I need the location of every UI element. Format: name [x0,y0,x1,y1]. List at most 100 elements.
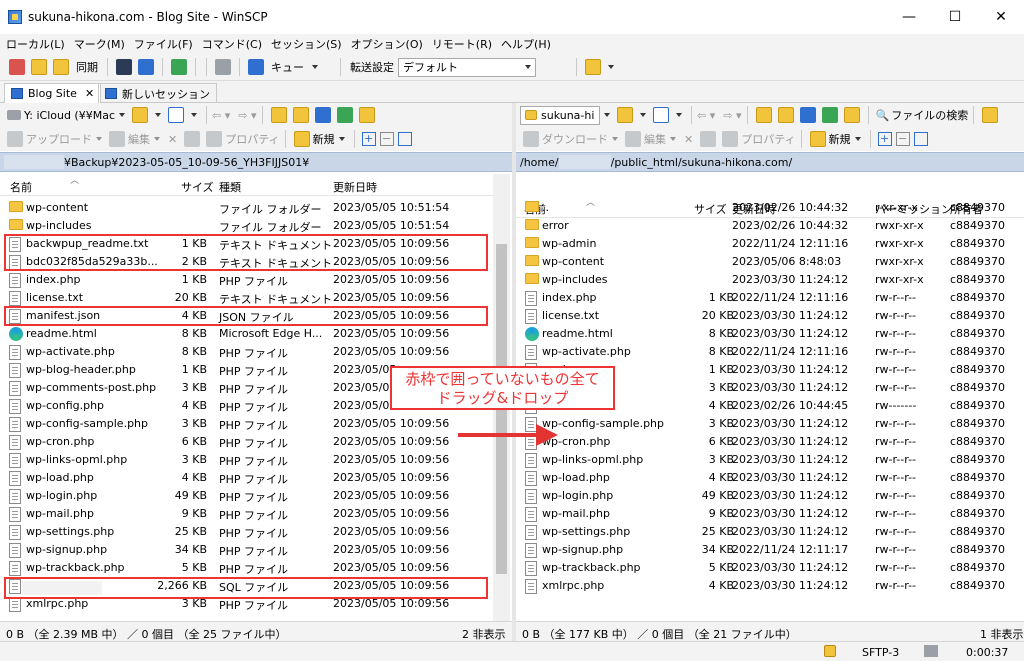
col-modified[interactable]: 更新日時 [333,179,377,195]
file-row[interactable]: wp-login.php 49 KB 2023/03/30 11:24:12 rw-r… [516,486,1024,504]
refresh-icon[interactable] [821,107,838,123]
file-row[interactable]: wp-settings.php 25 KB PHP ファイル 2023/05/05 1… [0,522,493,540]
delete-icon[interactable]: ✕ [168,133,177,146]
file-row[interactable]: wp-activate.php 8 KB PHP ファイル 2023/05/05 10… [0,342,493,360]
file-row[interactable]: wp-includes 2023/03/30 11:24:12 rwxr-xr-x c… [516,270,1024,288]
right-path-bar[interactable]: /home/ /public_html/sukuna-hikona.com/ [516,152,1024,172]
file-row[interactable]: wp-mail.php 9 KB PHP ファイル 2023/05/05 10:09:… [0,504,493,522]
transfer-settings-select[interactable]: デフォルト [398,57,536,77]
queue-icon[interactable] [248,59,264,75]
preferences-gear-icon[interactable] [215,59,231,75]
menu-local[interactable]: ローカル(L) [6,36,65,52]
right-dir-select[interactable]: sukuna-hi [520,105,600,125]
deselect-icon[interactable]: − [379,132,394,146]
find-files-button[interactable]: ファイルの検索 [891,107,968,123]
console-icon[interactable] [116,59,132,75]
menu-remote[interactable]: リモート(R) [432,36,492,52]
menu-help[interactable]: ヘルプ(H) [501,36,551,52]
file-row[interactable]: wp-cron.php 6 KB 2023/03/30 11:24:12 rw-r--… [516,432,1024,450]
tree-icon[interactable] [982,107,999,123]
file-row[interactable]: wp-admin 2022/11/24 12:11:16 rwxr-xr-x c884… [516,234,1024,252]
file-row[interactable]: wp-settings.php 25 KB 2023/03/30 11:24:12 r… [516,522,1024,540]
new-button[interactable]: 新規 [829,131,851,147]
deselect-icon[interactable]: − [895,132,910,146]
rename-icon[interactable] [184,131,201,147]
refresh-icon[interactable] [171,59,187,75]
tab-close-icon[interactable]: ✕ [85,87,94,100]
queue-button[interactable]: キュー [271,59,304,75]
file-row[interactable]: wp-trackback.php 5 KB PHP ファイル 2023/05/05 1… [0,558,493,576]
file-row[interactable]: wp-load.php 4 KB 2023/03/30 11:24:12 rw-r--… [516,468,1024,486]
sync-icon[interactable] [53,59,69,75]
properties-button[interactable]: プロパティ [741,131,795,147]
file-row[interactable]: wp-signup.php 34 KB PHP ファイル 2023/05/05 10:… [0,540,493,558]
refresh-icon[interactable] [336,107,353,123]
menu-command[interactable]: コマンド(C) [202,36,262,52]
back-icon[interactable]: ⇦ ▾ [697,109,715,122]
site-manager-icon[interactable] [585,59,601,75]
file-row[interactable]: wp-load.php 4 KB PHP ファイル 2023/05/05 10:09:… [0,468,493,486]
file-row[interactable]: wp-includes ファイル フォルダー 2023/05/05 10:51:54 [0,216,493,234]
parent-dir-icon[interactable] [270,107,287,123]
properties-button[interactable]: プロパティ [225,131,279,147]
tab-blog-site[interactable]: Blog Site ✕ [4,83,102,103]
col-size[interactable]: サイズ [181,179,214,195]
menu-mark[interactable]: マーク(M) [74,36,125,52]
delete-icon[interactable]: ✕ [684,133,693,146]
root-dir-icon[interactable] [777,107,794,123]
forward-icon[interactable]: ⇨ ▾ [723,109,741,122]
file-row[interactable]: license.txt 20 KB テキスト ドキュメント 2023/05/05 10… [0,288,493,306]
file-row[interactable]: wp-cron.php 6 KB PHP ファイル 2023/05/05 10:09:… [0,432,493,450]
file-row[interactable]: readme.html 8 KB 2023/03/30 11:24:12 rw-r--… [516,324,1024,342]
open-folder-icon[interactable] [132,107,149,123]
compare-dirs-icon[interactable] [9,59,25,75]
edit-button[interactable]: 編集 [644,131,666,147]
download-button[interactable]: ダウンロード [542,131,608,147]
select-all-icon[interactable]: + [877,132,892,146]
file-row[interactable]: wp-mail.php 9 KB 2023/03/30 11:24:12 rw-r--… [516,504,1024,522]
bookmark-icon[interactable] [358,107,375,123]
left-drive-select[interactable]: Y: iCloud (¥¥Mac [24,109,115,122]
select-all-icon[interactable]: + [361,132,376,146]
sync-button[interactable]: 同期 [76,59,98,75]
file-row[interactable]: .. 2023/02/26 10:44:32 r-xr-xr-x c8849370 [516,198,1024,216]
root-dir-icon[interactable] [292,107,309,123]
minimize-button[interactable]: — [886,0,932,34]
tab-new-session[interactable]: 新しいセッション [98,83,217,103]
invert-selection-icon[interactable] [913,132,928,146]
close-button[interactable]: ✕ [978,0,1024,34]
new-button[interactable]: 新規 [313,131,335,147]
sync-browse-icon[interactable] [31,59,47,75]
parent-dir-icon[interactable] [755,107,772,123]
file-row[interactable]: index.php 1 KB PHP ファイル 2023/05/05 10:09:56 [0,270,493,288]
filter-icon[interactable] [653,107,669,123]
file-row[interactable]: wp-trackback.php 5 KB 2023/03/30 11:24:12 r… [516,558,1024,576]
left-path-bar[interactable]: ¥Backup¥2023-05-05_10-09-56_YH3FIJJS01¥ [0,152,512,172]
forward-icon[interactable]: ⇨ ▾ [238,109,256,122]
menu-file[interactable]: ファイル(F) [134,36,193,52]
rename-icon[interactable] [700,131,717,147]
putty-icon[interactable] [138,59,154,75]
file-row[interactable]: wp-login.php 49 KB PHP ファイル 2023/05/05 10:0… [0,486,493,504]
menu-options[interactable]: オプション(O) [351,36,423,52]
col-name[interactable]: 名前 [10,179,32,195]
col-type[interactable]: 種類 [219,179,241,195]
queue-dropdown-icon[interactable] [312,65,318,69]
file-row[interactable]: wp-links-opml.php 3 KB 2023/03/30 11:24:12… [516,450,1024,468]
file-row[interactable]: wp-links-opml.php 3 KB PHP ファイル 2023/05/05 … [0,450,493,468]
file-row[interactable]: wp-content ファイル フォルダー 2023/05/05 10:51:54 [0,198,493,216]
file-row[interactable]: error 2023/02/26 10:44:32 rwxr-xr-x c884937… [516,216,1024,234]
file-row[interactable]: wp-config-sample.php 3 KB 2023/03/30 11:24… [516,414,1024,432]
file-row[interactable]: xmlrpc.php 4 KB 2023/03/30 11:24:12 rw-r--r… [516,576,1024,594]
edit-button[interactable]: 編集 [128,131,150,147]
file-row[interactable]: readme.html 8 KB Microsoft Edge H... 2023/0… [0,324,493,342]
file-row[interactable]: index.php 1 KB 2022/11/24 12:11:16 rw-r--r-… [516,288,1024,306]
menu-session[interactable]: セッション(S) [271,36,342,52]
maximize-button[interactable]: ☐ [932,0,978,34]
site-dropdown-icon[interactable] [608,65,614,69]
file-row[interactable]: wp-signup.php 34 KB 2022/11/24 12:11:17 rw-… [516,540,1024,558]
bookmark-icon[interactable] [843,107,860,123]
file-row[interactable]: license.txt 20 KB 2023/03/30 11:24:12 rw-r-… [516,306,1024,324]
open-folder-icon[interactable] [617,107,633,123]
back-icon[interactable]: ⇦ ▾ [212,109,230,122]
